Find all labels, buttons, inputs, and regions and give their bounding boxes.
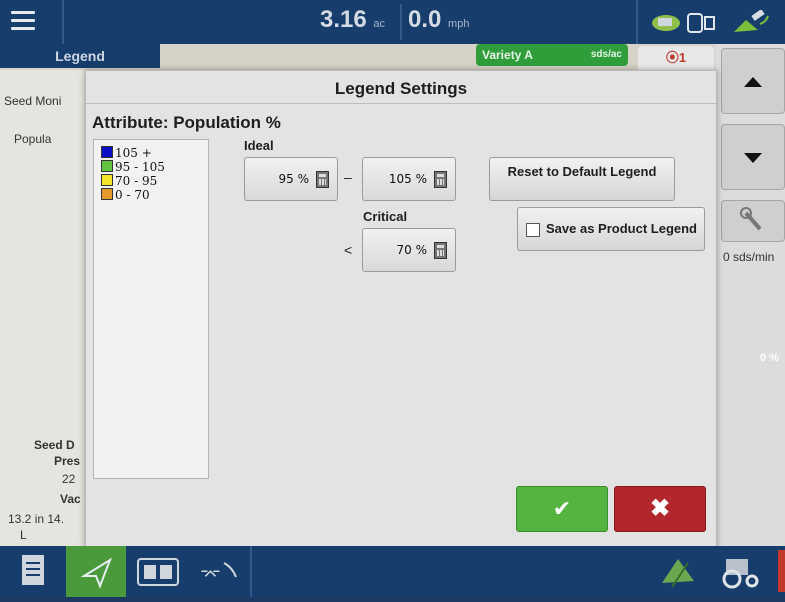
divider <box>636 0 638 44</box>
legend-swatch <box>101 146 113 158</box>
save-checkbox-label: Save as Product Legend <box>546 221 697 236</box>
divider <box>400 4 402 40</box>
variety-name: Variety A <box>482 48 533 62</box>
wrench-icon <box>740 207 762 231</box>
legend-swatch <box>101 160 113 172</box>
left-peek-text: 22 <box>62 472 76 486</box>
area-unit: ac <box>373 18 386 30</box>
alert-indicator <box>778 550 785 592</box>
area-value: 3.16 <box>320 6 367 33</box>
status-icons[interactable] <box>648 10 780 36</box>
critical-input[interactable]: 70 % <box>362 228 456 272</box>
legend-preview-list: 105 + 95 - 105 70 - 95 0 - 70 <box>93 139 209 479</box>
left-peek-text: Pres <box>54 454 81 468</box>
planting-icon[interactable]: ⌤ <box>194 551 248 591</box>
attribute-label: Attribute: Population % <box>92 113 281 132</box>
percent-readout: 0 % <box>760 352 779 364</box>
document-icon[interactable] <box>10 551 56 591</box>
gps-satellite-icon <box>734 10 769 32</box>
ideal-high-input[interactable]: 105 % <box>362 157 456 201</box>
calculator-icon <box>434 242 447 259</box>
legend-item: 105 + <box>101 146 152 160</box>
reset-to-default-legend-button[interactable]: Reset to Default Legend <box>489 157 675 201</box>
critical-value: 70 % <box>396 243 428 257</box>
alert-count-tab[interactable]: ⦿1 <box>638 46 714 70</box>
confirm-button[interactable]: ✔ <box>516 486 608 532</box>
legend-settings-dialog: Legend Settings Attribute: Population % … <box>85 70 717 548</box>
legend-item-label: 0 - 70 <box>115 188 150 202</box>
field-layers-icon[interactable] <box>652 551 702 591</box>
save-checkbox[interactable] <box>526 223 540 237</box>
divider <box>62 0 64 44</box>
top-bar: 3.16 ac 0.0 mph <box>0 0 785 44</box>
ideal-high-value: 105 % <box>388 172 427 186</box>
down-arrow-icon <box>744 153 762 163</box>
left-peek-text: Seed D <box>34 438 75 452</box>
dialog-title: Legend Settings <box>334 79 468 98</box>
legend-tab[interactable]: Legend <box>0 44 160 68</box>
legend-item: 95 - 105 <box>101 160 165 174</box>
split-screen-icon[interactable] <box>134 551 184 591</box>
speed-readout: 0.0 mph <box>408 6 469 34</box>
ideal-low-input[interactable]: 95 % <box>244 157 338 201</box>
range-dash: – <box>344 169 352 185</box>
display-status-icon <box>687 13 703 33</box>
close-icon: ✖ <box>649 495 671 522</box>
right-panel <box>715 44 785 546</box>
left-peek-text: Seed Moni <box>4 94 62 108</box>
guidance-tab-active[interactable] <box>66 546 126 597</box>
speed-value: 0.0 <box>408 6 442 33</box>
critical-label: Critical <box>363 209 408 224</box>
left-peek-text: Popula <box>14 132 52 146</box>
legend-swatch <box>101 174 113 186</box>
legend-item-label: 105 + <box>115 146 152 160</box>
scroll-up-button[interactable] <box>721 48 785 114</box>
less-than-symbol: < <box>344 242 353 258</box>
variety-badge[interactable]: Variety A sds/ac <box>476 44 628 66</box>
legend-swatch <box>101 188 113 200</box>
scroll-down-button[interactable] <box>721 124 785 190</box>
divider <box>250 546 252 597</box>
ideal-label: Ideal <box>244 138 274 153</box>
settings-button[interactable] <box>721 200 785 242</box>
calculator-icon <box>316 171 329 188</box>
bottom-bar: ⌤ <box>0 546 785 597</box>
legend-item: 70 - 95 <box>101 174 157 188</box>
divider <box>86 103 716 104</box>
calculator-icon <box>434 171 447 188</box>
ideal-low-value: 95 % <box>278 172 310 186</box>
speed-unit: mph <box>448 18 470 30</box>
connection-status-icon <box>704 16 715 30</box>
tractor-icon[interactable] <box>712 551 768 591</box>
area-readout: 3.16 ac <box>320 6 385 34</box>
svg-text:⌤: ⌤ <box>200 565 221 586</box>
tractor-status-icon <box>652 15 680 31</box>
hamburger-menu-icon[interactable] <box>8 6 38 36</box>
cancel-button[interactable]: ✖ <box>614 486 706 532</box>
left-peek-text: L <box>20 528 27 542</box>
legend-item: 0 - 70 <box>101 188 150 202</box>
left-peek-text: Vac <box>60 492 81 506</box>
legend-item-label: 95 - 105 <box>115 160 165 174</box>
left-panel: Seed Moni Popula Seed D Pres 22 Vac 13.2… <box>0 70 85 546</box>
reset-button-label: Reset to Default Legend <box>507 164 657 179</box>
checkmark-icon: ✔ <box>552 496 572 521</box>
legend-item-label: 70 - 95 <box>115 174 158 188</box>
navigation-arrow-icon <box>80 557 112 589</box>
save-as-product-legend-toggle[interactable]: Save as Product Legend <box>517 207 705 251</box>
up-arrow-icon <box>744 77 762 87</box>
seed-rate-readout: 0 sds/min <box>723 250 775 264</box>
left-peek-text: 13.2 in 14. <box>8 512 65 526</box>
variety-unit: sds/ac <box>590 49 622 60</box>
